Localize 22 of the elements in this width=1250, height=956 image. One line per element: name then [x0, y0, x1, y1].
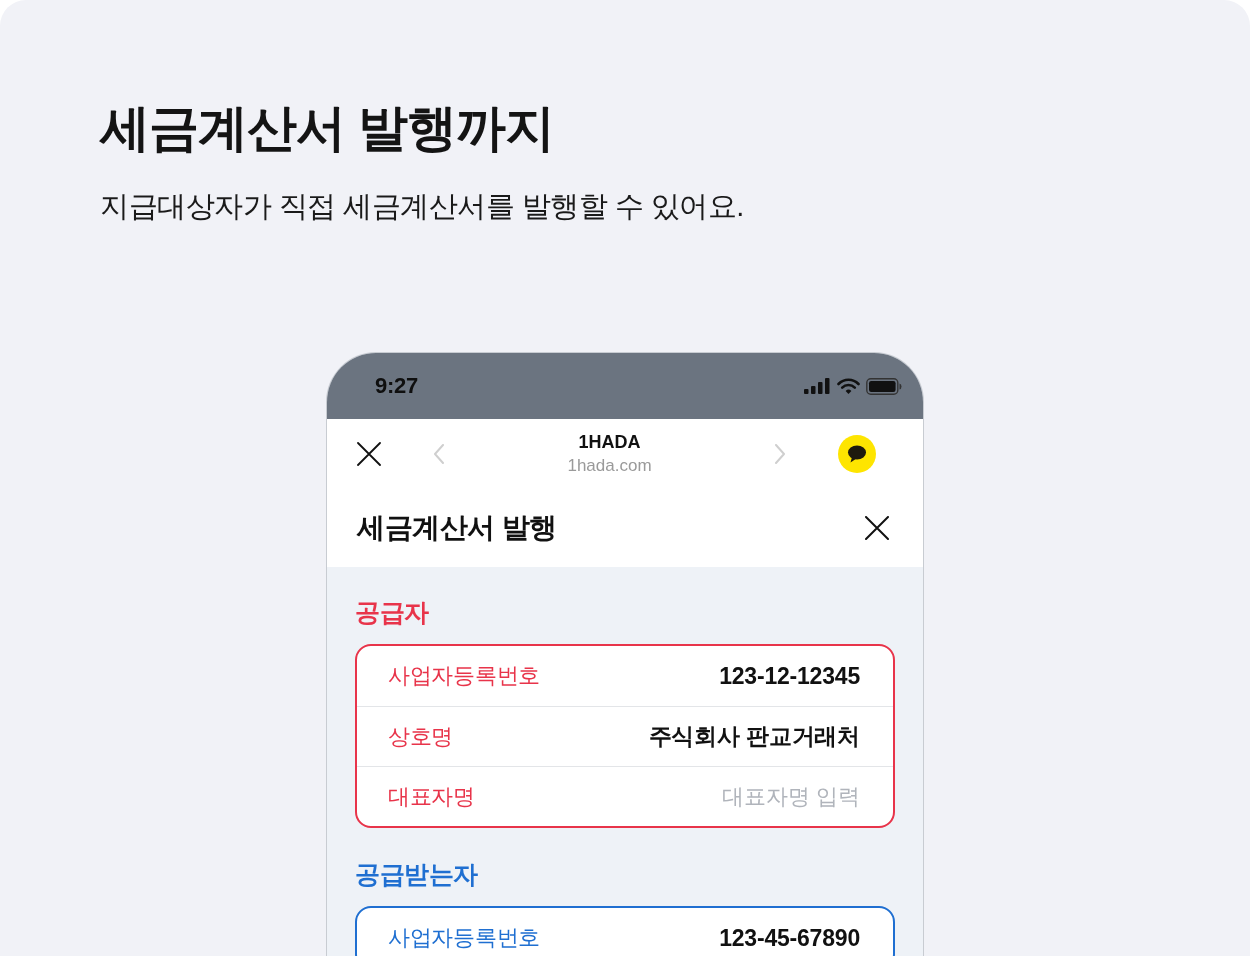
- field-label: 사업자등록번호: [388, 924, 540, 952]
- battery-icon: [866, 377, 902, 395]
- page-subtitle: 지급대상자가 직접 세금계산서를 발행할 수 있어요.: [100, 189, 744, 224]
- status-time: 9:27: [375, 373, 418, 399]
- field-value: 주식회사 판교거래처: [648, 722, 860, 751]
- input-field[interactable]: 대표자명 입력: [660, 783, 860, 810]
- section-title: 공급받는자: [355, 859, 478, 890]
- field-value: 123-45-67890: [719, 924, 860, 952]
- close-icon[interactable]: [865, 516, 889, 540]
- field-value: 123-12-12345: [719, 662, 860, 690]
- field-label: 대표자명: [388, 782, 475, 811]
- chat-bubble-icon[interactable]: [838, 435, 876, 473]
- page-heading: 세금계산서 발행까지: [100, 99, 554, 158]
- site-url: 1hada.com: [567, 456, 652, 476]
- field-label: 사업자등록번호: [388, 662, 540, 690]
- close-icon[interactable]: [357, 442, 381, 466]
- field-label: 상호명: [388, 722, 454, 751]
- section-title: 공급자: [355, 597, 429, 628]
- signal-icon: [804, 378, 831, 394]
- site-title: 1HADA: [578, 432, 641, 453]
- sheet-title: 세금계산서 발행: [357, 511, 557, 545]
- wifi-icon: [837, 377, 860, 395]
